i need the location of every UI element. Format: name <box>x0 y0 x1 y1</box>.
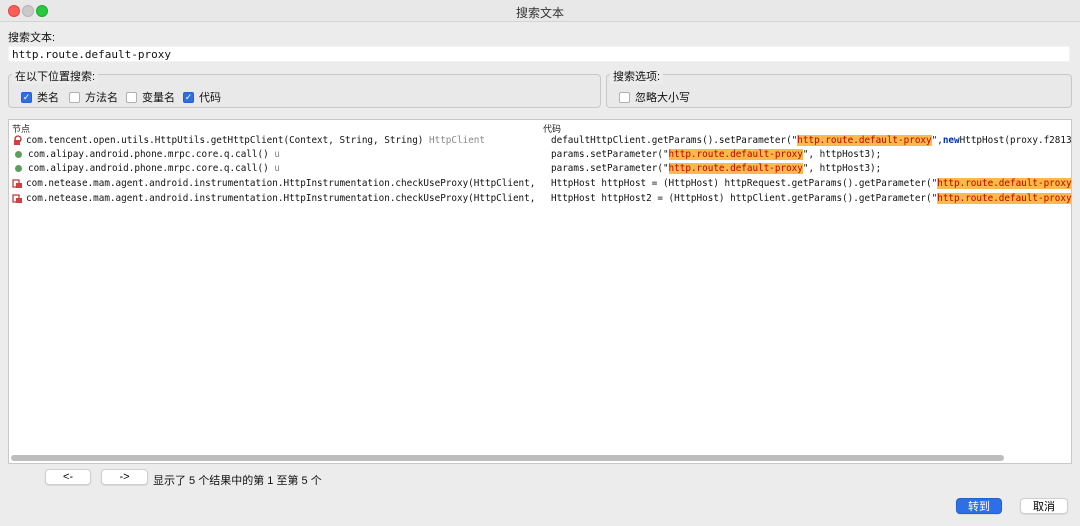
code-text: params.setParameter(" <box>551 162 669 174</box>
checkbox-label: 类名 <box>37 92 59 104</box>
results-table[interactable]: 节点 代码 com.tencent.open.utils.HttpUtils.g… <box>8 119 1072 464</box>
scrollbar-thumb[interactable] <box>11 455 1004 461</box>
checkbox-label: 代码 <box>199 92 221 104</box>
horizontal-scrollbar[interactable] <box>11 455 1069 461</box>
checkbox-code[interactable]: ✓ 代码 <box>183 89 221 105</box>
title-bar: 搜索文本 <box>0 0 1080 22</box>
code-text: HttpHost(proxy.f28138a, <box>959 134 1071 146</box>
checkbox-ignore-case[interactable]: 忽略大小写 <box>619 89 690 105</box>
table-row[interactable]: com.alipay.android.phone.mrpc.core.q.cal… <box>12 147 540 161</box>
method-public-icon <box>15 164 22 172</box>
node-text: com.alipay.android.phone.mrpc.core.q.cal… <box>28 162 269 174</box>
code-text: ", httpHost3); <box>802 148 882 160</box>
match-highlight: http.route.default-proxy <box>797 134 932 146</box>
code-text: HttpHost httpHost2 = (HttpHost) httpClie… <box>551 192 938 204</box>
search-label: 搜索文本: <box>8 32 56 44</box>
window-title: 搜索文本 <box>515 6 564 20</box>
code-text: defaultHttpClient.getParams().setParamet… <box>551 134 798 146</box>
search-input[interactable] <box>8 46 1070 62</box>
method-public-icon <box>15 150 22 158</box>
table-row[interactable]: com.tencent.open.utils.HttpUtils.getHttp… <box>12 133 540 147</box>
checkbox-unchecked-icon[interactable] <box>126 91 137 103</box>
match-highlight: http.route.default-proxy <box>668 148 803 160</box>
table-row[interactable]: com.alipay.android.phone.mrpc.core.q.cal… <box>12 161 540 175</box>
checkbox-label: 方法名 <box>85 92 118 104</box>
table-row-code[interactable]: defaultHttpClient.getParams().setParamet… <box>551 133 1071 147</box>
code-keyword: new <box>942 134 960 146</box>
table-row-code[interactable]: HttpHost httpHost2 = (HttpHost) httpClie… <box>551 191 1071 205</box>
table-row-code[interactable]: params.setParameter(" http.route.default-… <box>551 161 1071 175</box>
node-text: com.tencent.open.utils.HttpUtils.getHttp… <box>26 134 424 146</box>
code-text: ", httpHost3); <box>802 162 882 174</box>
checkbox-variable-name[interactable]: 变量名 <box>126 89 175 105</box>
node-hint: HttpClient <box>429 134 485 146</box>
code-text: HttpHost httpHost = (HttpHost) httpReque… <box>551 177 938 189</box>
search-options-title: 搜索选项: <box>610 68 664 84</box>
node-text: com.alipay.android.phone.mrpc.core.q.cal… <box>28 148 269 160</box>
method-private-icon <box>12 193 22 203</box>
checkbox-method-name[interactable]: 方法名 <box>69 89 118 105</box>
checkbox-label: 忽略大小写 <box>635 92 690 104</box>
checkbox-unchecked-icon[interactable] <box>619 91 630 103</box>
table-row[interactable]: com.netease.mam.agent.android.instrument… <box>12 176 540 190</box>
checkbox-checked-icon[interactable]: ✓ <box>21 91 32 103</box>
go-to-button[interactable]: 转到 <box>956 498 1002 514</box>
match-highlight: http.route.default-proxy <box>937 177 1071 189</box>
table-row-code[interactable]: params.setParameter(" http.route.default-… <box>551 147 1071 161</box>
node-hint: u <box>274 148 280 160</box>
code-text: params.setParameter(" <box>551 148 669 160</box>
match-highlight: http.route.default-proxy <box>937 192 1071 204</box>
search-location-title: 在以下位置搜索: <box>12 68 99 84</box>
node-hint: u <box>274 162 280 174</box>
previous-page-button[interactable]: <- <box>45 469 91 485</box>
checkbox-unchecked-icon[interactable] <box>69 91 80 103</box>
node-text: com.netease.mam.agent.android.instrument… <box>26 192 540 204</box>
checkbox-label: 变量名 <box>142 92 175 104</box>
cancel-button[interactable]: 取消 <box>1020 498 1068 514</box>
method-private-icon <box>12 178 22 188</box>
method-lock-icon <box>14 134 22 145</box>
table-row-code[interactable]: HttpHost httpHost = (HttpHost) httpReque… <box>551 176 1071 190</box>
checkbox-class-name[interactable]: ✓ 类名 <box>21 89 59 105</box>
results-status: 显示了 5 个结果中的第 1 至第 5 个 <box>153 475 322 487</box>
node-text: com.netease.mam.agent.android.instrument… <box>26 177 540 189</box>
table-row[interactable]: com.netease.mam.agent.android.instrument… <box>12 191 540 205</box>
checkbox-checked-icon[interactable]: ✓ <box>183 91 194 103</box>
match-highlight: http.route.default-proxy <box>668 162 803 174</box>
code-text: ", <box>931 134 943 146</box>
next-page-button[interactable]: -> <box>101 469 148 485</box>
